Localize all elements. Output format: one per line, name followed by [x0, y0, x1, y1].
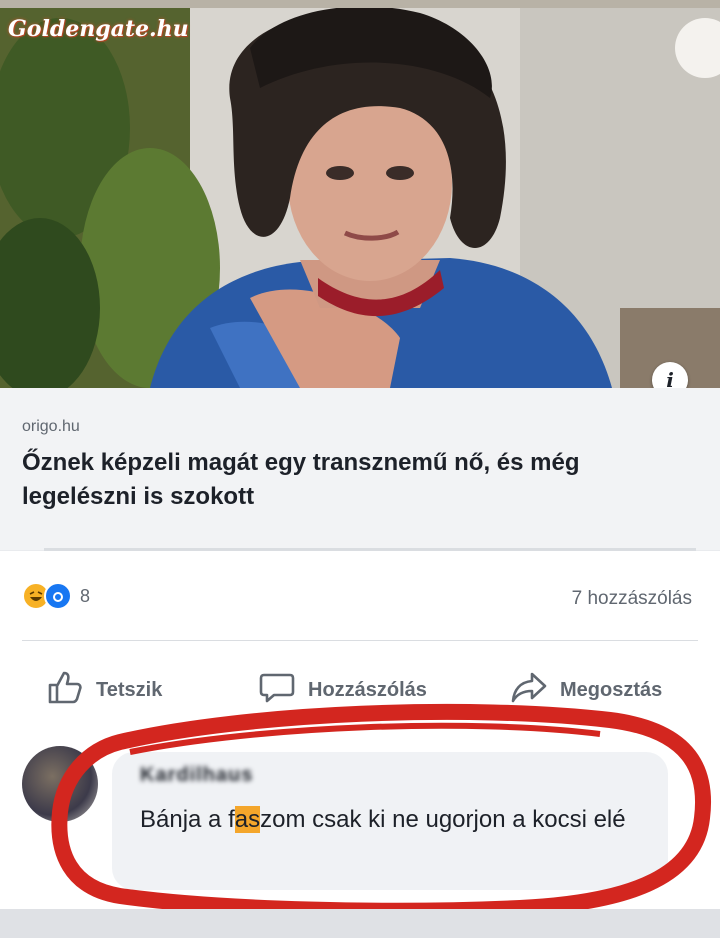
- top-strip: [0, 0, 720, 8]
- link-headline[interactable]: Őznek képzeli magát egy transznemű nő, é…: [22, 446, 682, 514]
- reaction-count: 8: [80, 585, 91, 606]
- comment-button[interactable]: Hozzászólás: [258, 668, 427, 712]
- post-photo[interactable]: Goldengate.hu: [0, 8, 720, 388]
- link-source: origo.hu: [22, 418, 80, 435]
- share-arrow-icon: [510, 668, 548, 712]
- actions-divider: [22, 640, 698, 641]
- thumbs-up-icon: [46, 668, 84, 712]
- comment-count[interactable]: 7 hozzászólás: [572, 588, 692, 610]
- reactions-summary[interactable]: 8: [22, 582, 90, 610]
- wow-icon: [44, 582, 72, 610]
- comment-label: Hozzászólás: [308, 678, 427, 701]
- share-label: Megosztás: [560, 678, 663, 701]
- post-photo-illustration: [0, 8, 720, 388]
- site-watermark: Goldengate.hu: [8, 16, 189, 42]
- comment-text-before: Bánja a f: [140, 806, 235, 833]
- like-button[interactable]: Tetszik: [46, 668, 162, 712]
- bottom-strip: [0, 909, 720, 938]
- commenter-avatar[interactable]: [22, 746, 98, 822]
- share-button[interactable]: Megosztás: [510, 668, 662, 712]
- comment-text-after: zom csak ki ne ugorjon a kocsi elé: [260, 806, 626, 833]
- commenter-name[interactable]: Kardilhaus: [140, 764, 253, 787]
- link-preview-card[interactable]: origo.hu Őznek képzeli magát egy transzn…: [0, 388, 720, 550]
- comment-censored-part: as: [234, 806, 261, 833]
- like-label: Tetszik: [96, 678, 163, 701]
- speech-bubble-icon: [258, 668, 296, 712]
- comment-text: Bánja a faszom csak ki ne ugorjon a kocs…: [140, 802, 660, 838]
